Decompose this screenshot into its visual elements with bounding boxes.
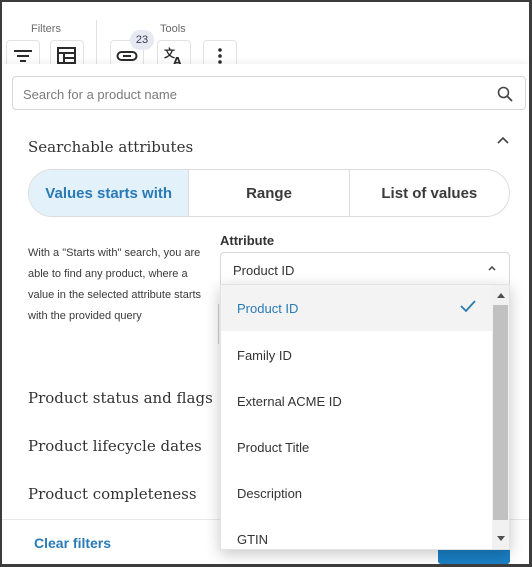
checkmark-icon xyxy=(460,300,476,313)
dropdown-option-product-id[interactable]: Product ID xyxy=(221,285,494,331)
filter-panel-window: Filters Tools 23 文 A Search for a produc… xyxy=(0,0,532,567)
table-edit-icon xyxy=(57,46,76,64)
scroll-up-arrow-icon[interactable] xyxy=(497,293,505,298)
scrollbar-thumb[interactable] xyxy=(493,305,508,520)
section-completeness[interactable]: Product completeness xyxy=(28,485,197,503)
search-mode-segmented-control: Values starts with Range List of values xyxy=(28,169,510,217)
attribute-label: Attribute xyxy=(220,233,275,248)
product-search-input[interactable] xyxy=(23,85,473,103)
count-badge: 23 xyxy=(130,30,154,50)
search-icon[interactable] xyxy=(497,86,513,102)
dropdown-option-label: Product Title xyxy=(237,439,310,455)
filters-group-label: Filters xyxy=(31,23,61,35)
clear-filters-button[interactable]: Clear filters xyxy=(34,535,111,551)
section-product-status[interactable]: Product status and flags xyxy=(28,389,213,407)
segment-values-starts-with[interactable]: Values starts with xyxy=(29,170,189,216)
attribute-select[interactable]: Product ID xyxy=(220,252,510,288)
product-search-box xyxy=(12,76,526,110)
translate-icon: 文 A xyxy=(164,46,182,66)
chevron-up-icon[interactable] xyxy=(497,136,509,144)
dropdown-option-external-acme-id[interactable]: External ACME ID xyxy=(221,378,494,424)
dropdown-scrollbar[interactable] xyxy=(492,285,509,549)
attribute-dropdown-list: Product ID Family ID External ACME ID Pr… xyxy=(220,284,510,550)
dropdown-option-label: Description xyxy=(237,485,303,501)
dropdown-option-label: Family ID xyxy=(237,347,292,363)
chevron-up-icon xyxy=(488,265,496,271)
toolbar-separator xyxy=(96,20,97,64)
link-icon xyxy=(116,50,138,61)
segment-list-of-values[interactable]: List of values xyxy=(348,170,509,216)
more-vertical-icon xyxy=(218,47,222,64)
filter-lines-icon xyxy=(14,49,32,62)
section-lifecycle-dates[interactable]: Product lifecycle dates xyxy=(28,437,202,455)
dropdown-option-gtin[interactable]: GTIN xyxy=(221,516,494,549)
scroll-down-arrow-icon[interactable] xyxy=(497,536,505,541)
attribute-select-value: Product ID xyxy=(233,263,295,278)
tools-group-label: Tools xyxy=(160,23,186,35)
segment-range[interactable]: Range xyxy=(188,170,348,216)
dropdown-option-label: GTIN xyxy=(237,531,269,547)
dropdown-option-label: Product ID xyxy=(237,300,299,316)
search-help-text: With a "Starts with" search, you are abl… xyxy=(28,247,202,322)
searchable-attributes-title[interactable]: Searchable attributes xyxy=(28,138,193,156)
dropdown-option-product-title[interactable]: Product Title xyxy=(221,424,494,470)
dropdown-option-label: External ACME ID xyxy=(237,393,342,409)
dropdown-option-family-id[interactable]: Family ID xyxy=(221,332,494,378)
toolbar: Filters Tools 23 文 A xyxy=(2,2,529,70)
dropdown-option-description[interactable]: Description xyxy=(221,470,494,516)
